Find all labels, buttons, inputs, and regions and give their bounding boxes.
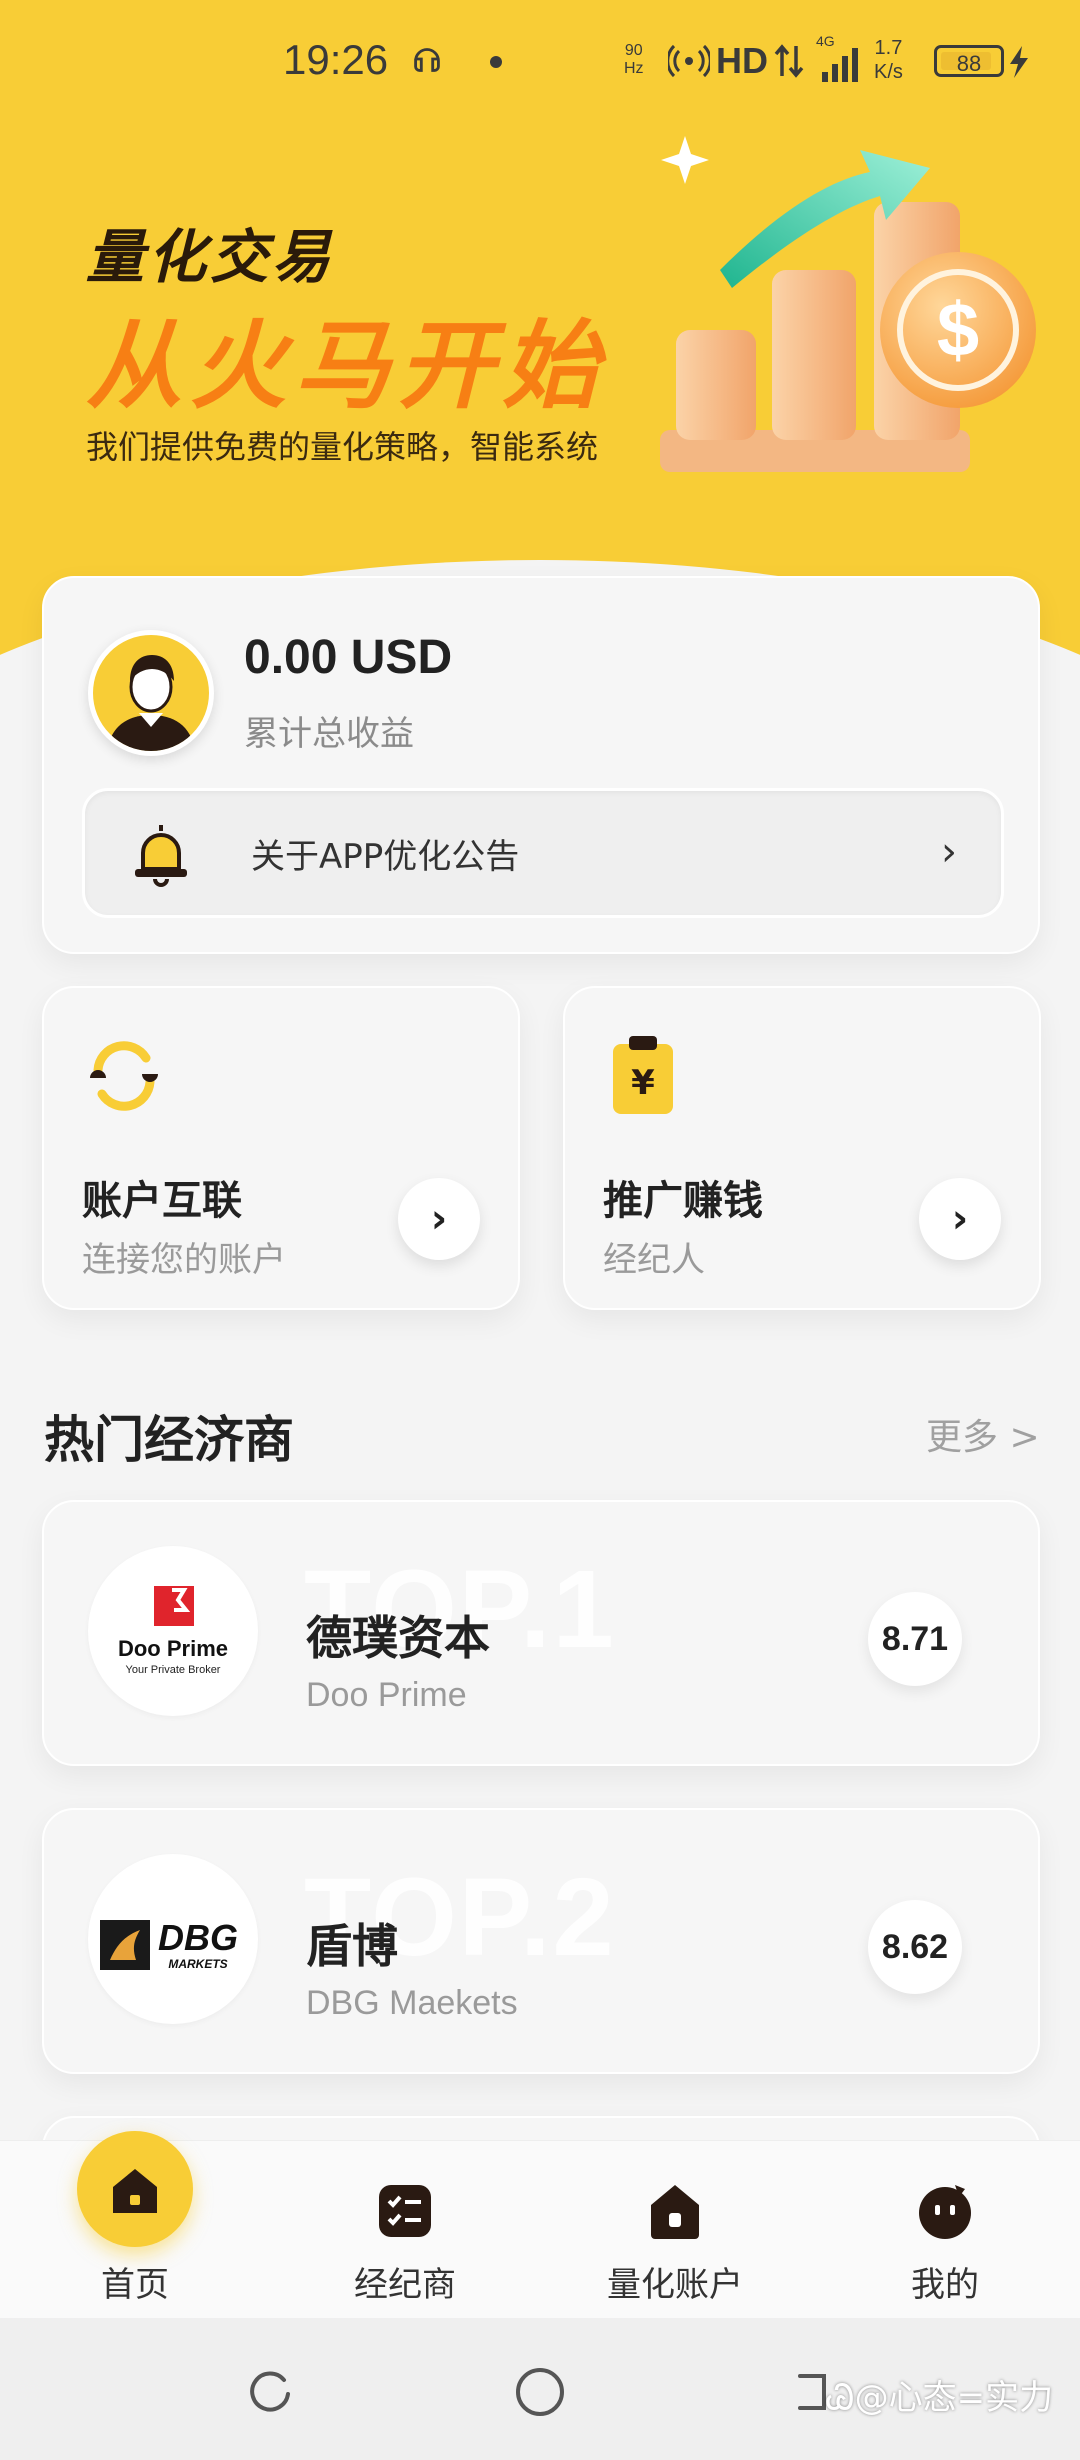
broker-score: 8.71 bbox=[868, 1592, 962, 1686]
tab-label: 量化账户 bbox=[607, 2265, 743, 2305]
bottom-tab-bar: 首页 经纪商 量化账户 我的 bbox=[0, 2131, 1080, 2319]
checklist-icon bbox=[379, 2185, 431, 2237]
banner-title-line2: 从火马开始 bbox=[86, 310, 606, 422]
user-avatar-icon bbox=[107, 655, 195, 751]
tab-home[interactable]: 首页 bbox=[0, 2131, 270, 2319]
dbg-markets-logo: DBG MARKETS bbox=[100, 1917, 238, 1971]
recent-apps-icon[interactable] bbox=[244, 2366, 296, 2418]
quick-card-account-link[interactable]: 账户互联 连接您的账户 › bbox=[42, 986, 520, 1310]
net-speed-value: 1.7 bbox=[874, 37, 903, 59]
watermark: Ꮚ@心态=实力 bbox=[826, 2370, 1053, 2419]
account-house-icon bbox=[651, 2185, 699, 2239]
hotspot-icon bbox=[668, 44, 710, 78]
profile-face-icon bbox=[919, 2185, 971, 2239]
bell-icon bbox=[135, 825, 187, 887]
data-arrows-icon bbox=[774, 44, 804, 78]
broker-logo-dbg: DBG MARKETS bbox=[88, 1854, 258, 2024]
net-speed: 1.7 K/s bbox=[874, 36, 903, 84]
dbg-logo-tagline: MARKETS bbox=[168, 1957, 227, 1971]
broker-logo-doo-prime: Doo Prime Your Private Broker bbox=[88, 1546, 258, 1716]
banner-title-line1: 量化交易 bbox=[86, 223, 335, 291]
chevron-right-button[interactable]: › bbox=[398, 1178, 480, 1260]
doo-prime-logo: Doo Prime Your Private Broker bbox=[118, 1586, 228, 1676]
notice-bar[interactable]: 关于APP优化公告 › bbox=[82, 788, 1004, 918]
svg-text:¥: ¥ bbox=[631, 1063, 655, 1103]
avatar[interactable] bbox=[88, 630, 214, 756]
battery-level: 88 bbox=[956, 51, 982, 76]
chevron-right-button[interactable]: › bbox=[919, 1178, 1001, 1260]
quick-card-subtitle: 连接您的账户 bbox=[82, 1240, 286, 1280]
doo-prime-logo-tagline: Your Private Broker bbox=[126, 1664, 221, 1676]
tab-quant-account[interactable]: 量化账户 bbox=[540, 2141, 810, 2319]
status-bar: 19:26 90 Hz HD 4G 1.7 K/s 88 bbox=[0, 30, 1080, 90]
refresh-rate-value: 90 bbox=[624, 42, 643, 59]
total-amount-label: 累计总收益 bbox=[244, 714, 414, 754]
quick-card-title: 推广赚钱 bbox=[603, 1178, 763, 1224]
quick-card-subtitle: 经纪人 bbox=[603, 1240, 705, 1280]
signal-icon bbox=[822, 48, 858, 82]
charging-icon bbox=[1010, 46, 1028, 78]
home-circle-icon[interactable] bbox=[514, 2366, 566, 2418]
notice-text: 关于APP优化公告 bbox=[251, 837, 520, 877]
battery-indicator: 88 bbox=[934, 45, 1004, 77]
tab-profile[interactable]: 我的 bbox=[810, 2141, 1080, 2319]
broker-card[interactable]: TOP.1 Doo Prime Your Private Broker 德璞资本… bbox=[42, 1500, 1040, 1766]
broker-name: 德璞资本 bbox=[306, 1611, 490, 1665]
chevron-right-icon: › bbox=[941, 829, 957, 875]
tab-brokers[interactable]: 经纪商 bbox=[270, 2141, 540, 2319]
svg-text:$: $ bbox=[937, 288, 979, 373]
hd-indicator: HD bbox=[716, 40, 768, 81]
tab-label: 经纪商 bbox=[354, 2265, 456, 2305]
total-amount: 0.00 USD bbox=[244, 631, 453, 684]
status-dot bbox=[490, 56, 502, 68]
headset-icon bbox=[414, 48, 440, 72]
dbg-logo-text: DBG bbox=[158, 1917, 238, 1958]
link-cycle-icon bbox=[90, 1041, 158, 1111]
growth-chart-illustration: $ bbox=[660, 136, 1036, 472]
broker-card[interactable]: TOP.2 DBG MARKETS 盾博 DBG Maekets 8.62 bbox=[42, 1808, 1040, 2074]
system-nav-bar: Ꮚ@心态=实力 bbox=[0, 2318, 1080, 2460]
doo-prime-logo-text: Doo Prime bbox=[118, 1636, 228, 1661]
yuan-clipboard-icon: ¥ bbox=[613, 1036, 673, 1114]
quick-card-promote[interactable]: ¥ 推广赚钱 经纪人 › bbox=[563, 986, 1041, 1310]
refresh-rate-unit: Hz bbox=[624, 60, 644, 77]
more-link[interactable]: 更多 > bbox=[926, 1408, 1040, 1460]
banner-subtitle: 我们提供免费的量化策略，智能系统 bbox=[86, 428, 599, 466]
quick-card-title: 账户互联 bbox=[82, 1178, 242, 1224]
broker-name-en: Doo Prime bbox=[306, 1676, 467, 1714]
broker-score: 8.62 bbox=[868, 1900, 962, 1994]
profile-card: 0.00 USD 累计总收益 关于APP优化公告 › bbox=[42, 576, 1040, 954]
tab-label: 我的 bbox=[911, 2265, 979, 2305]
broker-name: 盾博 bbox=[306, 1919, 398, 1973]
watermark-text: 心态=实力 bbox=[888, 2378, 1054, 2418]
tab-label: 首页 bbox=[101, 2265, 169, 2305]
section-title: 热门经济商 bbox=[44, 1411, 294, 1469]
net-speed-unit: K/s bbox=[874, 61, 903, 83]
home-icon bbox=[113, 2169, 157, 2213]
refresh-rate: 90 Hz bbox=[624, 42, 644, 78]
status-time: 19:26 bbox=[283, 36, 389, 83]
broker-name-en: DBG Maekets bbox=[306, 1984, 518, 2022]
watermark-symbol: Ꮚ@ bbox=[826, 2378, 889, 2418]
